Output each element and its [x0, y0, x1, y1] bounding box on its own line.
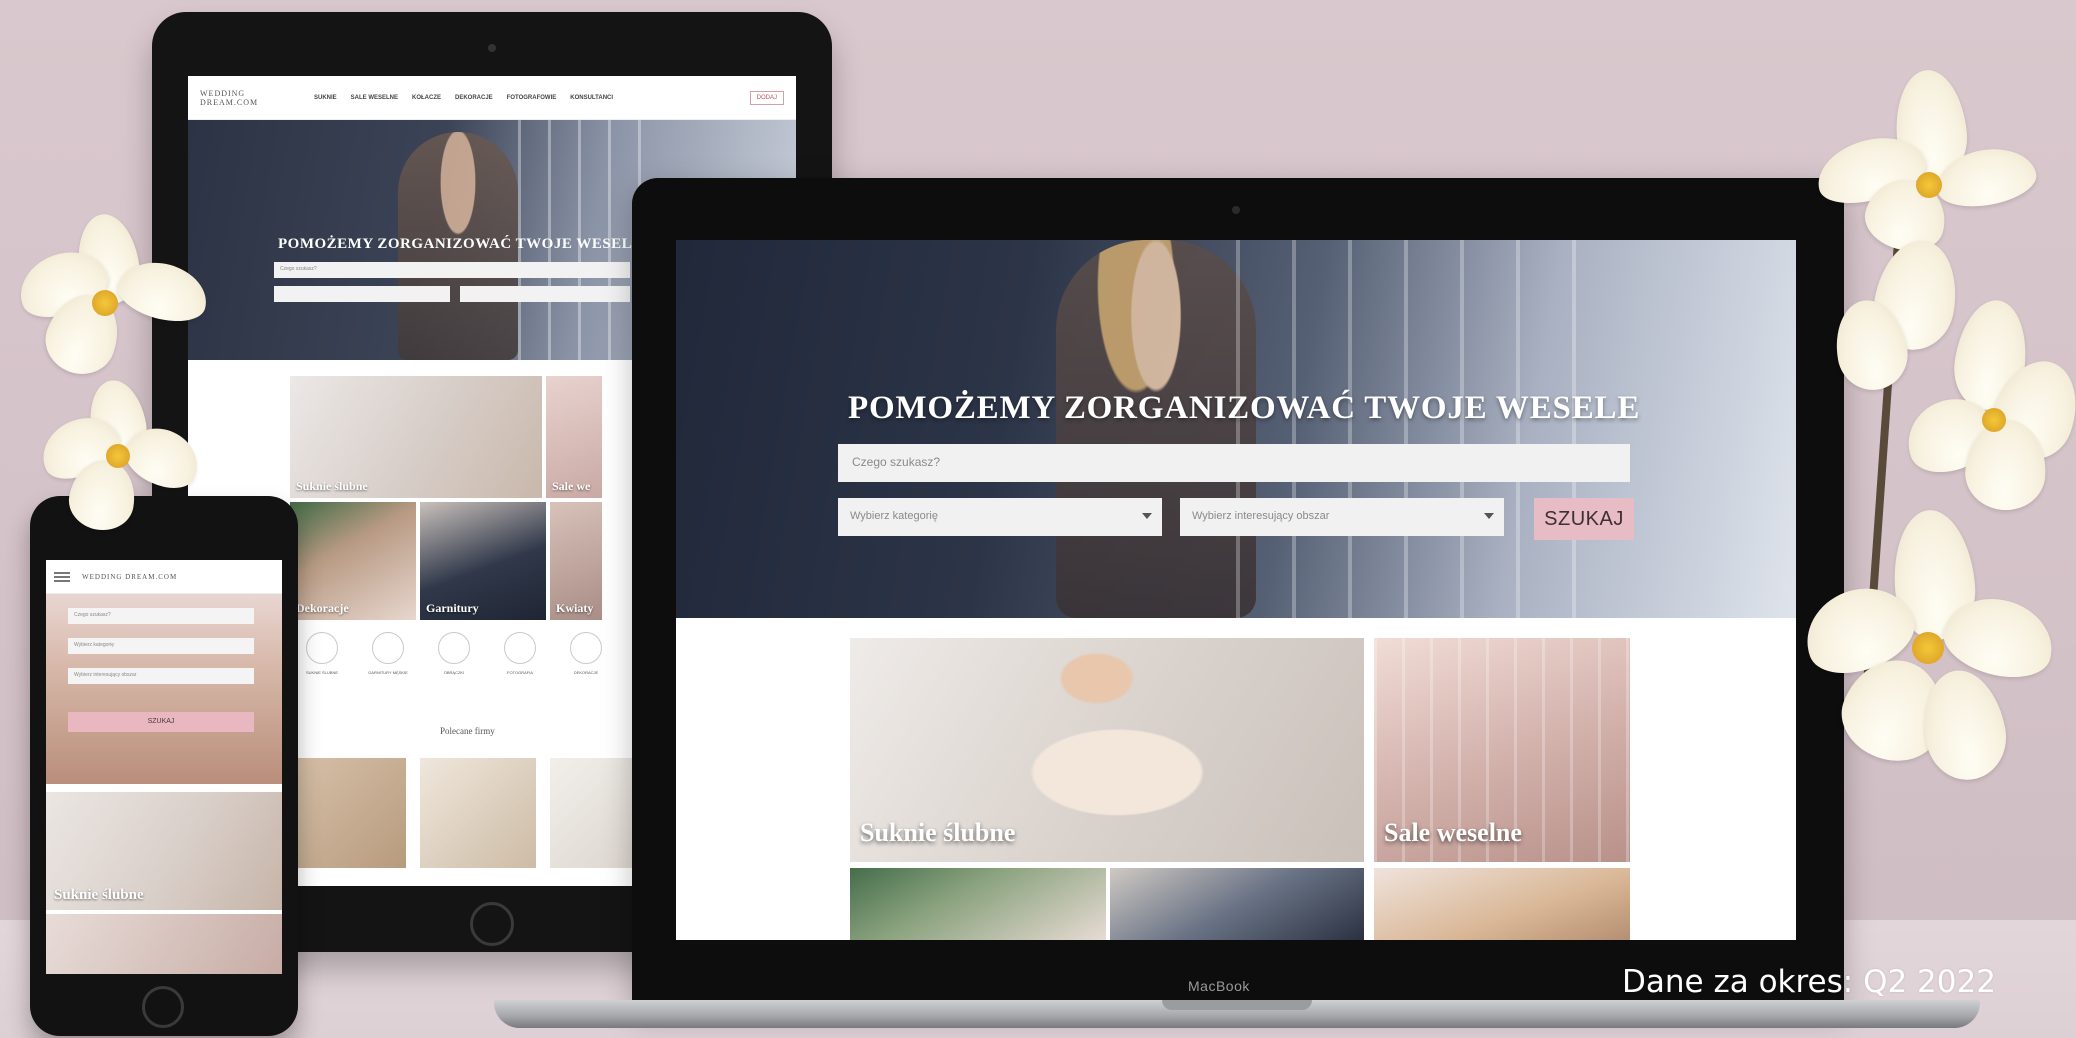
laptop-device: POMOŻEMY ZORGANIZOWAĆ TWOJE WESELE Czego… — [632, 178, 1844, 1008]
phone-area-select[interactable]: Wybierz interesujący obszar — [68, 668, 254, 684]
laptop-tile-garnitury[interactable] — [1110, 868, 1364, 940]
category-icon-item[interactable]: DEKORACJE — [562, 632, 610, 692]
featured-title: Polecane firmy — [440, 726, 495, 736]
tablet-cta-button[interactable]: DODAJ — [749, 90, 784, 105]
tablet-navbar: WEDDING DREAM.COM SUKNIE SALE WESELNE KO… — [188, 76, 796, 120]
tile-label: Kwiaty — [556, 601, 594, 615]
phone-hero: Czego szukasz? Wybierz kategorię Wybierz… — [46, 594, 282, 784]
phone-tile-next[interactable] — [46, 914, 282, 974]
featured-card[interactable] — [420, 758, 536, 868]
phone-device: WEDDING DREAM.COM Czego szukasz? Wybierz… — [30, 496, 298, 1036]
phone-logo[interactable]: WEDDING DREAM.COM — [82, 573, 177, 581]
decoration-icon — [570, 632, 602, 664]
tablet-home-button — [470, 902, 514, 946]
tablet-nav-link[interactable]: KONSULTANCI — [570, 95, 613, 101]
phone-tile-suknie[interactable]: Suknie ślubne — [46, 792, 282, 910]
laptop-hero-title: POMOŻEMY ZORGANIZOWAĆ TWOJE WESELE — [848, 390, 1641, 426]
chevron-down-icon — [1484, 513, 1494, 519]
hero-window-photo — [1236, 240, 1596, 618]
laptop-tile-sale[interactable]: Sale weselne — [1374, 638, 1630, 862]
tablet-tile-kwiaty[interactable]: Kwiaty — [550, 502, 602, 620]
tile-label: Suknie ślubne — [54, 887, 144, 903]
tile-label: Dekoracje — [296, 601, 349, 615]
phone-home-button — [142, 986, 184, 1028]
phone-search-button[interactable]: SZUKAJ — [68, 712, 254, 732]
phone-category-select[interactable]: Wybierz kategorię — [68, 638, 254, 654]
tablet-nav-link[interactable]: DEKORACJE — [455, 95, 493, 101]
category-icon-item[interactable]: FOTOGRAFIA — [496, 632, 544, 692]
tile-label: Suknie ślubne — [296, 479, 368, 493]
tile-label: Sale we — [552, 479, 591, 493]
suit-icon — [372, 632, 404, 664]
tablet-camera — [488, 44, 496, 52]
laptop-screen: POMOŻEMY ZORGANIZOWAĆ TWOJE WESELE Czego… — [676, 240, 1796, 940]
laptop-notch — [1162, 1000, 1312, 1010]
magnolia-flower-icon — [1793, 506, 2062, 790]
icon-label: FOTOGRAFIA — [507, 670, 533, 675]
data-period-caption: Dane za okres: Q2 2022 — [1622, 964, 1996, 1000]
tablet-tile-sale[interactable]: Sale we — [546, 376, 602, 498]
tablet-category-select[interactable] — [274, 286, 450, 302]
laptop-hero: POMOŻEMY ZORGANIZOWAĆ TWOJE WESELE Czego… — [676, 240, 1796, 618]
magnolia-flower-icon — [1810, 67, 2041, 260]
icon-label: DEKORACJE — [573, 670, 599, 675]
laptop-brand-label: MacBook — [1188, 978, 1250, 994]
magnolia-flower-icon — [8, 210, 214, 384]
phone-search-input[interactable]: Czego szukasz? — [68, 608, 254, 624]
camera-icon — [504, 632, 536, 664]
laptop-base — [494, 1000, 1980, 1028]
tablet-search-input[interactable]: Czego szukasz? — [274, 262, 630, 278]
laptop-tile-dekoracje[interactable] — [850, 868, 1106, 940]
tablet-logo[interactable]: WEDDING DREAM.COM — [200, 89, 300, 107]
tablet-nav-link[interactable]: SALE WESELNE — [351, 95, 398, 101]
tablet-tile-suknie[interactable]: Suknie ślubne — [290, 376, 542, 498]
tile-label: Sale weselne — [1384, 818, 1522, 847]
category-icon-item[interactable]: GARNITURY MĘSKIE — [364, 632, 412, 692]
tablet-tile-dekoracje[interactable]: Dekoracje — [290, 502, 416, 620]
laptop-search-button[interactable]: SZUKAJ — [1534, 498, 1634, 540]
tablet-nav-link[interactable]: FOTOGRAFOWIE — [507, 95, 557, 101]
category-icon-item[interactable]: SUKNIE ŚLUBNE — [298, 632, 346, 692]
icon-label: GARNITURY MĘSKIE — [368, 670, 408, 675]
laptop-tile-fryzury[interactable] — [1374, 868, 1630, 940]
ring-icon — [438, 632, 470, 664]
laptop-camera — [1232, 206, 1240, 214]
phone-screen: WEDDING DREAM.COM Czego szukasz? Wybierz… — [46, 560, 282, 974]
laptop-area-select[interactable]: Wybierz interesujący obszar — [1180, 498, 1504, 536]
icon-label: OBRĄCZKI — [443, 670, 465, 675]
hamburger-menu-icon[interactable] — [54, 571, 70, 582]
select-value: Wybierz kategorię — [850, 510, 938, 522]
select-value: Wybierz interesujący obszar — [1192, 510, 1330, 522]
tile-label: Garnitury — [426, 601, 479, 615]
laptop-tile-suknie[interactable]: Suknie ślubne — [850, 638, 1364, 862]
tablet-hero-title: POMOŻEMY ZORGANIZOWAĆ TWOJE WESELE — [278, 236, 643, 252]
tablet-tile-garnitury[interactable]: Garnitury — [420, 502, 546, 620]
phone-navbar: WEDDING DREAM.COM — [46, 560, 282, 594]
chevron-down-icon — [1142, 513, 1152, 519]
magnolia-flower-icon — [1896, 295, 2076, 520]
dress-icon — [306, 632, 338, 664]
featured-card[interactable] — [290, 758, 406, 868]
hero-model-photo — [1056, 240, 1256, 618]
category-icon-item[interactable]: OBRĄCZKI — [430, 632, 478, 692]
magnolia-flower-icon — [32, 375, 209, 540]
laptop-search-input[interactable]: Czego szukasz? — [838, 444, 1630, 482]
tablet-nav-link[interactable]: SUKNIE — [314, 95, 337, 101]
tablet-area-select[interactable] — [460, 286, 630, 302]
tablet-nav-link[interactable]: KOŁACZE — [412, 95, 441, 101]
icon-label: SUKNIE ŚLUBNE — [305, 670, 338, 675]
tile-label: Suknie ślubne — [860, 818, 1016, 847]
laptop-category-select[interactable]: Wybierz kategorię — [838, 498, 1162, 536]
